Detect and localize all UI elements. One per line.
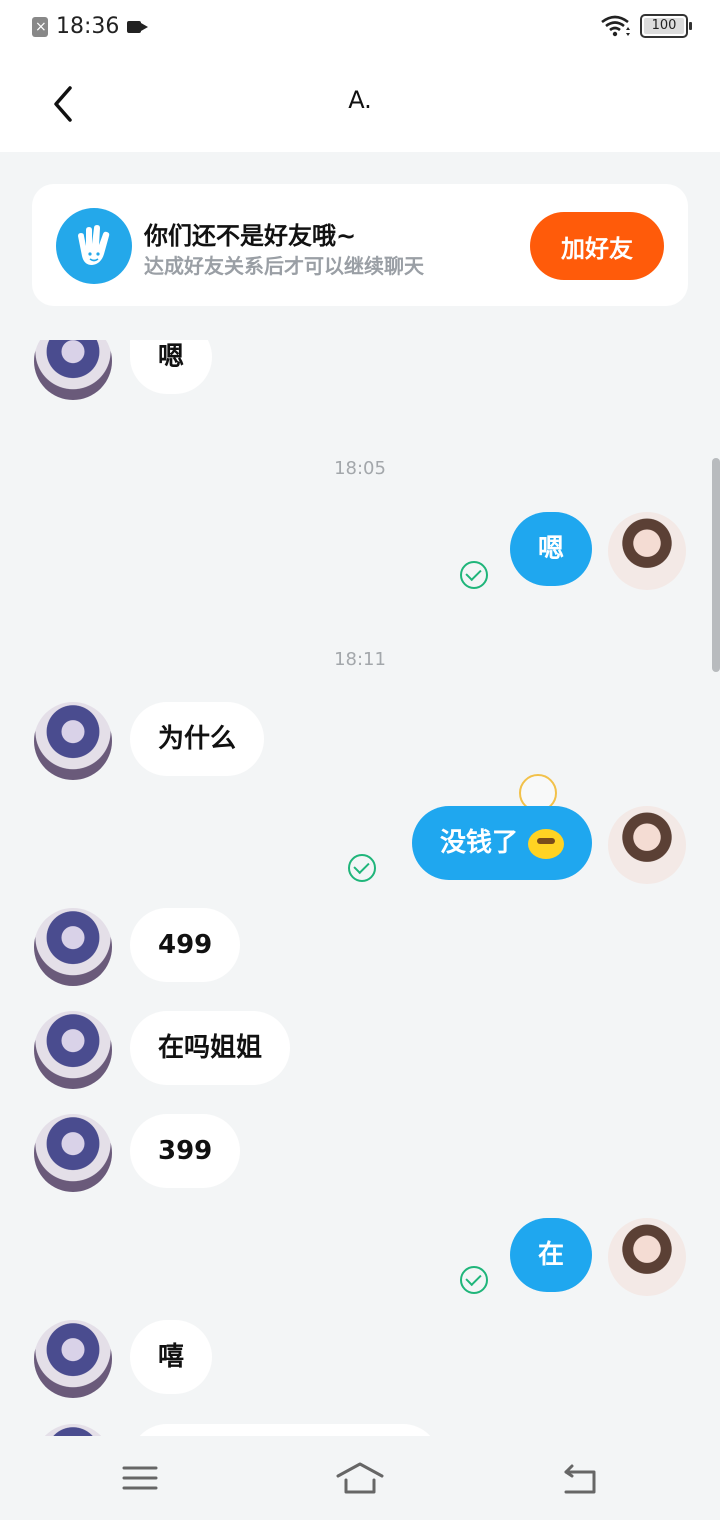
contact-avatar[interactable] — [34, 1424, 112, 1436]
read-check-icon — [348, 854, 376, 882]
chat-area[interactable]: 嗯 18:05 嗯 18:11 为什么 没钱了 499 在吗姐姐 399 在 嘻 — [0, 340, 720, 1436]
my-avatar[interactable] — [608, 512, 686, 590]
friend-banner: 你们还不是好友哦~ 达成好友关系后才可以继续聊天 加好友 — [32, 184, 688, 306]
status-bar: 18:36 100 — [0, 0, 720, 56]
home-icon — [336, 1462, 384, 1494]
message-bubble-outgoing[interactable]: 没钱了 — [411, 806, 592, 880]
chick-emoji-icon — [528, 828, 564, 859]
read-check-icon — [460, 1266, 488, 1294]
message-bubble-incoming[interactable]: 嘻 — [130, 1320, 213, 1394]
add-friend-button[interactable]: 加好友 — [530, 212, 664, 280]
message-bubble-incoming[interactable]: 为什么 — [130, 702, 265, 776]
message-timestamp: 18:05 — [334, 458, 386, 479]
message-bubble-outgoing[interactable]: 在 — [509, 1218, 592, 1292]
battery-icon: 100 — [640, 14, 692, 38]
scrollbar[interactable] — [712, 458, 720, 672]
my-avatar[interactable] — [608, 806, 686, 884]
hand-icon-glyph — [78, 225, 110, 265]
back-nav-button[interactable] — [556, 1458, 604, 1498]
menu-button[interactable] — [116, 1458, 164, 1498]
my-avatar[interactable] — [608, 1218, 686, 1296]
video-record-icon — [127, 19, 149, 35]
message-timestamp: 18:11 — [334, 649, 386, 670]
message-bubble-outgoing[interactable]: 嗯 — [509, 512, 592, 586]
page-title: A. — [348, 86, 372, 114]
banner-subtitle: 达成好友关系后才可以继续聊天 — [144, 254, 424, 278]
message-bubble-incoming[interactable]: 在吗姐姐 — [130, 1011, 291, 1085]
contact-avatar[interactable] — [34, 702, 112, 780]
system-nav-bar — [0, 1436, 720, 1520]
banner-title: 你们还不是好友哦~ — [144, 222, 357, 250]
contact-avatar[interactable] — [34, 340, 112, 400]
status-time: 18:36 — [56, 14, 120, 39]
message-bubble-incoming[interactable] — [130, 1424, 440, 1436]
message-text: 没钱了 — [439, 828, 518, 858]
status-left: 18:36 — [32, 14, 149, 39]
contact-avatar[interactable] — [34, 1011, 112, 1089]
hand-icon — [56, 208, 132, 284]
contact-avatar[interactable] — [34, 908, 112, 986]
status-right: 100 — [600, 14, 692, 38]
title-bar: A. — [0, 56, 720, 152]
wifi-icon — [601, 15, 630, 37]
menu-icon — [122, 1466, 158, 1490]
message-bubble-incoming[interactable]: 399 — [130, 1114, 241, 1188]
message-bubble-incoming[interactable]: 499 — [130, 908, 241, 982]
back-icon — [564, 1464, 596, 1494]
read-check-icon — [460, 561, 488, 589]
contact-avatar[interactable] — [34, 1114, 112, 1192]
home-button[interactable] — [336, 1458, 384, 1498]
message-bubble-incoming[interactable]: 嗯 — [130, 340, 213, 394]
battery-level: 100 — [651, 18, 677, 33]
sim-error-icon — [32, 16, 48, 37]
contact-avatar[interactable] — [34, 1320, 112, 1398]
